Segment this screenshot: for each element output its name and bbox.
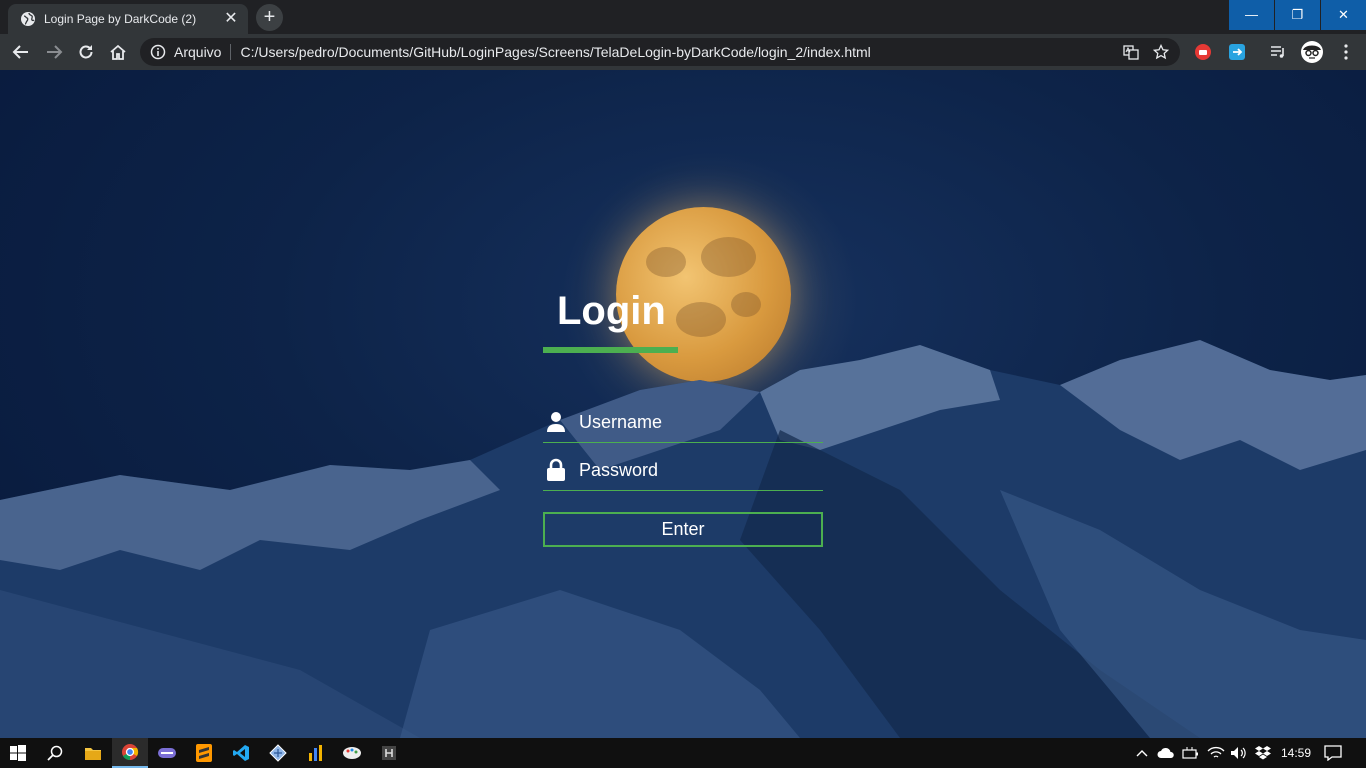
translate-icon (1123, 45, 1139, 60)
lock-icon (543, 457, 569, 483)
star-icon (1153, 44, 1169, 60)
wifi-icon (1207, 746, 1225, 758)
browser-tab[interactable]: Login Page by DarkCode (2) ✕ (8, 4, 248, 34)
chevron-up-icon (1136, 750, 1148, 757)
close-window-button[interactable]: ✕ (1321, 0, 1366, 30)
taskbar-app-h[interactable] (371, 738, 407, 768)
dropbox-button[interactable] (1252, 738, 1274, 768)
red-extension-icon (1195, 44, 1211, 60)
tab-title: Login Page by DarkCode (2) (44, 12, 197, 26)
extension-button-2[interactable] (1227, 42, 1247, 62)
dropbox-icon (1255, 746, 1271, 760)
user-icon (543, 409, 569, 435)
profile-avatar[interactable] (1300, 40, 1324, 64)
notifications-button[interactable] (1320, 738, 1346, 768)
username-input[interactable] (579, 411, 809, 433)
vscode-icon (233, 745, 249, 761)
password-input[interactable] (579, 459, 809, 481)
address-bar[interactable]: Arquivo C:/Users/pedro/Documents/GitHub/… (140, 38, 1180, 66)
action-center-icon (1324, 745, 1342, 761)
restore-button[interactable]: ❐ (1275, 0, 1320, 30)
password-field (543, 450, 823, 491)
browser-titlebar: Login Page by DarkCode (2) ✕ + — ❐ ✕ (0, 0, 1366, 34)
reload-button[interactable] (74, 40, 98, 64)
tab-close-icon[interactable]: ✕ (220, 4, 242, 34)
site-security-label: Arquivo (174, 44, 222, 60)
sublime-text-icon (196, 744, 212, 762)
h-app-icon (382, 746, 396, 760)
media-control-button[interactable] (1268, 42, 1288, 62)
forward-button[interactable] (42, 40, 66, 64)
playlist-icon (1271, 46, 1284, 58)
volume-button[interactable] (1228, 738, 1250, 768)
chrome-icon (122, 744, 139, 761)
avatar-icon (1301, 41, 1323, 63)
login-title: Login (557, 289, 666, 333)
taskbar-app-purple[interactable] (149, 738, 185, 768)
url-text[interactable]: C:/Users/pedro/Documents/GitHub/LoginPag… (240, 44, 1120, 60)
more-vert-icon (1344, 44, 1348, 60)
show-hidden-icons-button[interactable] (1133, 738, 1151, 768)
bookmark-button[interactable] (1150, 41, 1172, 63)
forward-arrow-icon (47, 45, 63, 59)
extension-button-1[interactable] (1193, 42, 1213, 62)
search-icon (47, 745, 63, 761)
globe-icon (21, 12, 35, 26)
username-field (543, 402, 823, 443)
back-button[interactable] (9, 40, 33, 64)
taskbar: 14:59 (0, 738, 1366, 768)
clock[interactable]: 14:59 (1276, 738, 1316, 768)
taskbar-sublime-text[interactable] (186, 738, 222, 768)
taskbar-vscode[interactable] (223, 738, 259, 768)
page-background: Login Enter (0, 70, 1366, 738)
taskbar-app-diamond[interactable] (260, 738, 296, 768)
start-button[interactable] (0, 738, 36, 768)
cloud-icon (1157, 747, 1174, 758)
blue-extension-icon (1229, 44, 1245, 60)
folder-icon (85, 748, 101, 760)
home-icon (110, 44, 126, 60)
back-arrow-icon (12, 45, 28, 59)
taskbar-app-paint[interactable] (334, 738, 370, 768)
onedrive-button[interactable] (1155, 738, 1177, 768)
info-icon[interactable] (150, 44, 166, 60)
browser-toolbar: Arquivo C:/Users/pedro/Documents/GitHub/… (0, 34, 1366, 70)
taskbar-app-chart[interactable] (297, 738, 333, 768)
reload-icon (79, 45, 93, 59)
translate-button[interactable] (1120, 41, 1142, 63)
windows-logo-icon (10, 745, 26, 761)
taskbar-chrome[interactable] (112, 738, 148, 768)
browser-menu-button[interactable] (1336, 42, 1356, 62)
title-underline (543, 347, 678, 353)
speaker-icon (1231, 747, 1246, 759)
search-button[interactable] (37, 738, 73, 768)
chart-app-icon (309, 745, 322, 761)
taskbar-file-explorer[interactable] (75, 738, 111, 768)
window-controls: — ❐ ✕ (1228, 0, 1366, 30)
enter-button[interactable]: Enter (543, 512, 823, 547)
diamond-app-icon (269, 744, 287, 762)
minimize-button[interactable]: — (1229, 0, 1274, 30)
battery-button[interactable] (1180, 738, 1202, 768)
home-button[interactable] (106, 40, 130, 64)
network-button[interactable] (1205, 738, 1227, 768)
new-tab-button[interactable]: + (256, 4, 283, 31)
paint-app-icon (343, 747, 361, 759)
battery-icon (1182, 747, 1198, 759)
app-purple-icon (158, 748, 176, 758)
address-separator (230, 44, 232, 60)
